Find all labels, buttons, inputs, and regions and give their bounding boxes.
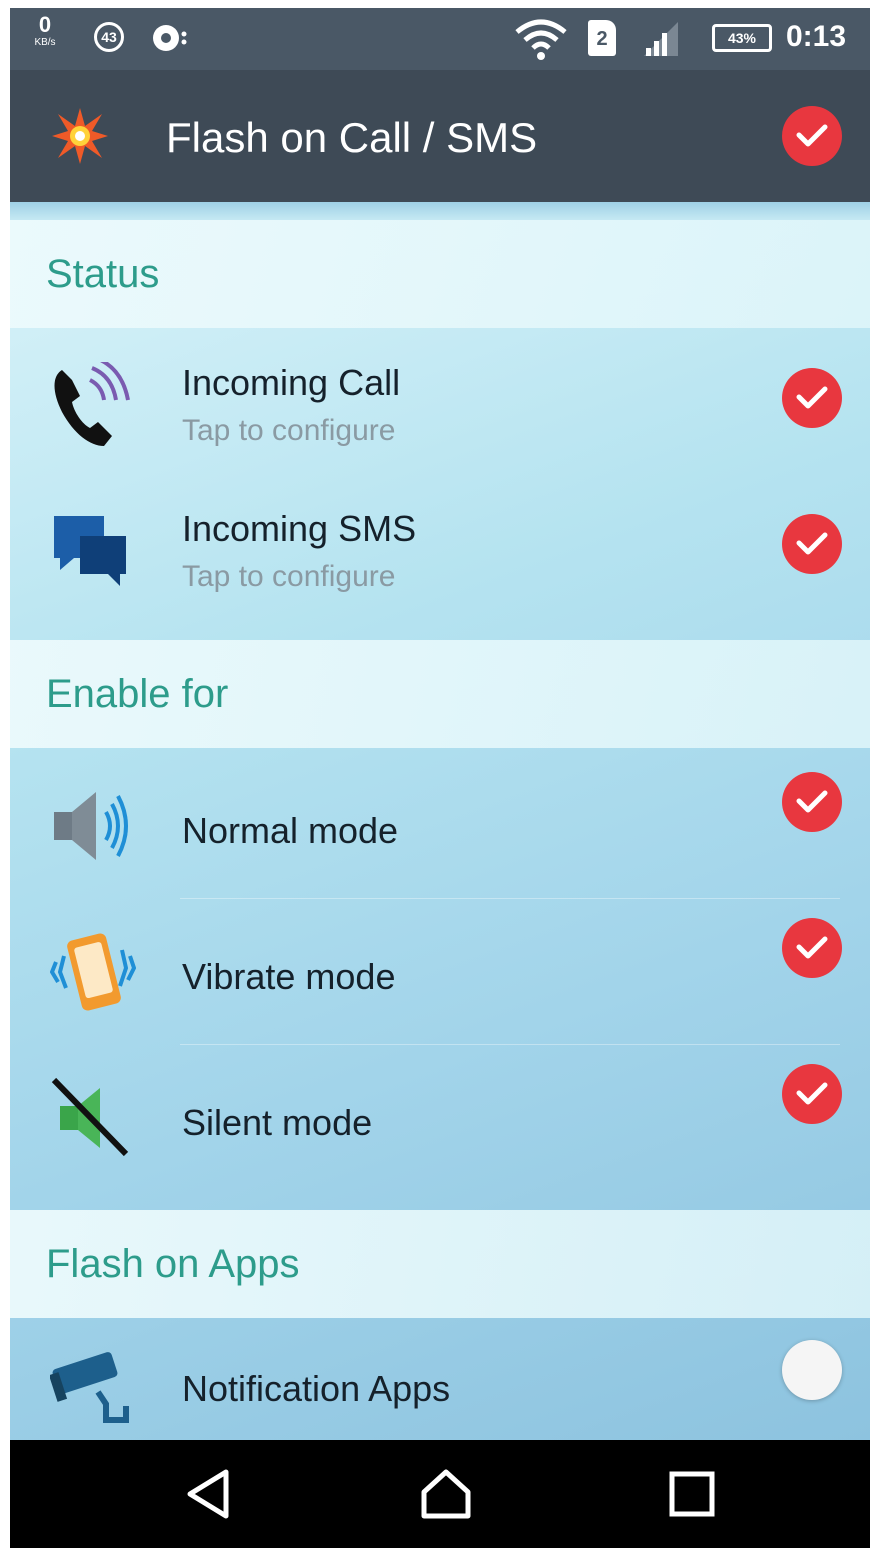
row-normal-mode[interactable]: Normal mode bbox=[10, 752, 870, 898]
row-incoming-call[interactable]: Incoming Call Tap to configure bbox=[10, 332, 870, 478]
network-speed: 0 KB/s bbox=[28, 14, 62, 48]
clock: 0:13 bbox=[786, 20, 847, 53]
checkmark-icon bbox=[796, 124, 828, 147]
row-title: Incoming Call bbox=[182, 362, 401, 403]
checkmark-icon bbox=[796, 936, 828, 959]
row-incoming-sms[interactable]: Incoming SMS Tap to configure bbox=[10, 478, 870, 624]
phone-call-icon bbox=[54, 362, 130, 446]
checkmark-icon bbox=[796, 790, 828, 813]
vibrate-phone-icon bbox=[50, 933, 136, 1011]
sync-icon bbox=[153, 25, 187, 51]
signal-strength-icon bbox=[644, 22, 678, 56]
app-bar: Flash on Call / SMS bbox=[10, 70, 870, 202]
section-header-status: Status bbox=[10, 220, 870, 328]
flash-burst-icon bbox=[52, 108, 108, 164]
row-title: Notification Apps bbox=[182, 1368, 451, 1409]
back-icon[interactable] bbox=[182, 1466, 232, 1522]
status-bar: 0 KB/s 43 2 43% 0:13 bbox=[10, 8, 870, 70]
phone-screen: 0 KB/s 43 2 43% 0:13 Flash on Call / SMS… bbox=[10, 8, 870, 1548]
notification-badge-icon: 43 bbox=[94, 22, 124, 52]
incoming-sms-checkbox[interactable] bbox=[782, 514, 842, 574]
recents-icon[interactable] bbox=[666, 1466, 720, 1522]
section-title: Status bbox=[46, 252, 160, 296]
checkmark-icon bbox=[796, 532, 828, 555]
navigation-bar bbox=[10, 1440, 870, 1548]
security-camera-icon bbox=[50, 1352, 129, 1423]
battery-icon: 43% bbox=[712, 24, 772, 52]
incoming-call-checkbox[interactable] bbox=[782, 368, 842, 428]
section-title: Flash on Apps bbox=[46, 1242, 300, 1286]
master-toggle[interactable] bbox=[782, 106, 842, 166]
section-title: Enable for bbox=[46, 672, 229, 716]
wifi-icon bbox=[515, 19, 567, 60]
checkmark-icon bbox=[796, 1082, 828, 1105]
row-subtitle: Tap to configure bbox=[182, 560, 396, 593]
row-notification-apps[interactable]: Notification Apps bbox=[10, 1318, 870, 1440]
section-header-flash-on-apps: Flash on Apps bbox=[10, 1210, 870, 1318]
row-title: Incoming SMS bbox=[182, 508, 417, 549]
notification-apps-toggle[interactable] bbox=[782, 1340, 842, 1400]
app-title: Flash on Call / SMS bbox=[166, 114, 538, 161]
normal-mode-checkbox[interactable] bbox=[782, 772, 842, 832]
row-vibrate-mode[interactable]: Vibrate mode bbox=[10, 898, 870, 1044]
row-subtitle: Tap to configure bbox=[182, 414, 396, 447]
home-icon[interactable] bbox=[418, 1466, 474, 1522]
network-speed-unit: KB/s bbox=[34, 37, 56, 48]
row-title: Normal mode bbox=[182, 810, 399, 851]
sim-card-icon: 2 bbox=[588, 20, 616, 56]
row-title: Vibrate mode bbox=[182, 956, 396, 997]
divider bbox=[10, 202, 870, 220]
section-header-enable-for: Enable for bbox=[10, 640, 870, 748]
speaker-muted-icon bbox=[51, 1077, 129, 1157]
chat-bubbles-icon bbox=[54, 516, 126, 586]
silent-mode-checkbox[interactable] bbox=[782, 1064, 842, 1124]
row-silent-mode[interactable]: Silent mode bbox=[10, 1044, 870, 1190]
vibrate-mode-checkbox[interactable] bbox=[782, 918, 842, 978]
row-title: Silent mode bbox=[182, 1102, 373, 1143]
speaker-icon bbox=[54, 792, 128, 860]
network-speed-value: 0 bbox=[38, 12, 52, 37]
checkmark-icon bbox=[796, 386, 828, 409]
settings-list: Status Incoming Call Tap to configure In… bbox=[10, 202, 870, 1440]
